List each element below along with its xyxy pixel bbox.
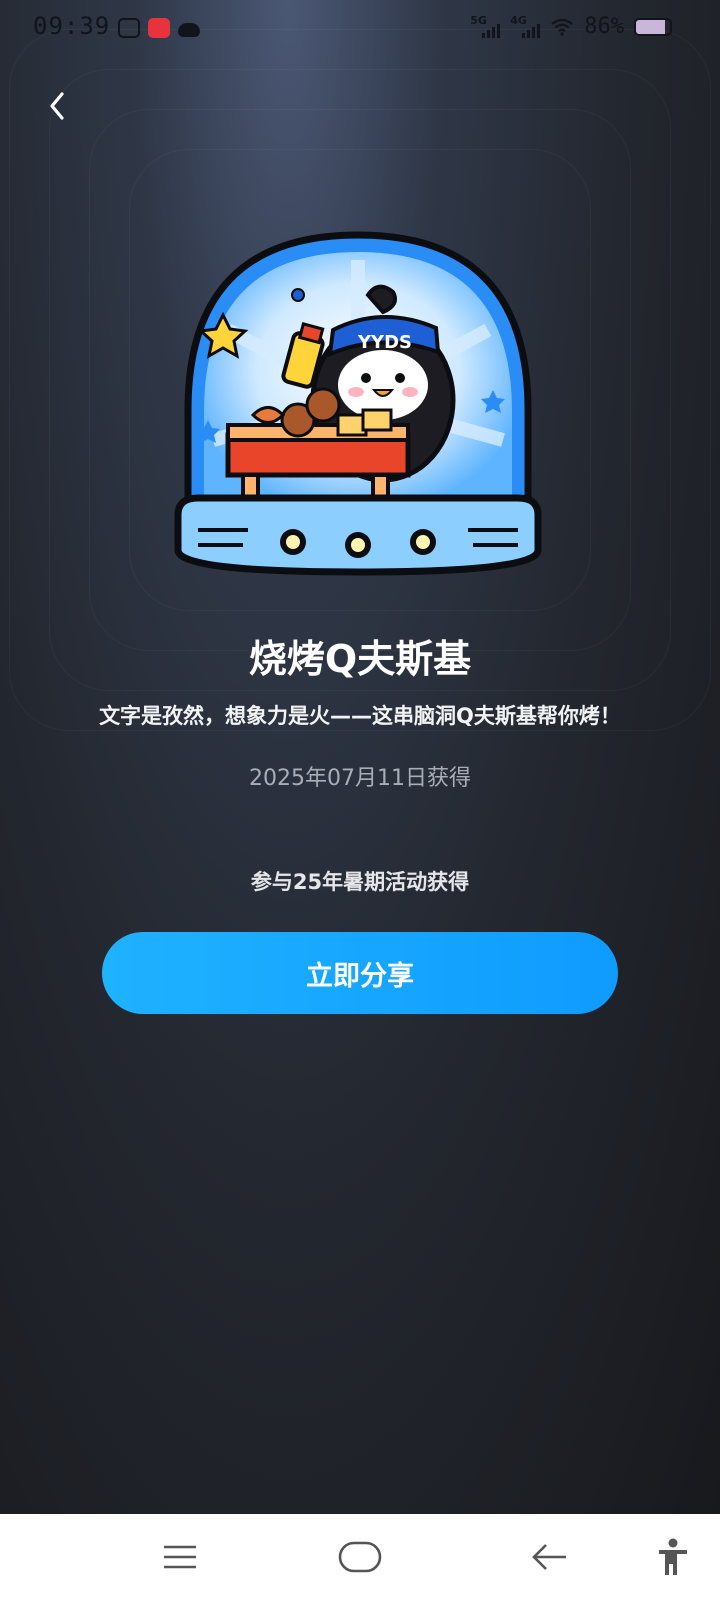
network-type-label: 5G bbox=[470, 13, 487, 27]
signal-icon: 5G bbox=[470, 13, 501, 38]
headband-label: YYDS bbox=[357, 332, 412, 353]
cloud-icon bbox=[178, 23, 200, 37]
chevron-left-icon bbox=[50, 92, 64, 120]
badge-source: 参与25年暑期活动获得 bbox=[250, 870, 470, 894]
badge-title: 烧烤Q夫斯基 bbox=[248, 637, 472, 681]
status-bar: 09:39 5G 4G 86% bbox=[0, 0, 720, 56]
app-notification-icon bbox=[148, 18, 170, 38]
network-type-label: 4G bbox=[510, 13, 527, 27]
system-icons: 5G 4G 86% bbox=[470, 14, 672, 39]
signal-icon: 4G bbox=[510, 13, 541, 38]
share-button[interactable]: 立即分享 bbox=[102, 932, 618, 1014]
obtained-date: 2025年07月11日获得 bbox=[249, 766, 471, 791]
nav-back-button[interactable] bbox=[525, 1532, 575, 1582]
notification-icons bbox=[118, 18, 200, 38]
system-nav-bar bbox=[0, 1514, 720, 1600]
badge-description: 文字是孜然，想象力是火——这串脑洞Q夫斯基帮你烤！ bbox=[99, 704, 621, 728]
back-button[interactable] bbox=[38, 86, 78, 126]
menu-icon bbox=[164, 1545, 196, 1569]
accessibility-button[interactable] bbox=[648, 1532, 698, 1582]
status-time: 09:39 bbox=[33, 12, 111, 40]
arrow-left-icon bbox=[532, 1544, 566, 1570]
badge-detail-screen: 09:39 5G 4G 86% YYDS 烧烤Q夫斯基 文字是孜然，想象力是火—… bbox=[0, 0, 720, 1514]
battery-percentage: 86% bbox=[584, 14, 624, 39]
wifi-icon bbox=[551, 18, 573, 36]
app-notification-icon bbox=[118, 18, 140, 38]
home-icon bbox=[338, 1541, 382, 1573]
badge-image: YYDS bbox=[174, 231, 542, 576]
accessibility-icon bbox=[659, 1538, 687, 1575]
battery-icon bbox=[634, 17, 672, 36]
home-button[interactable] bbox=[335, 1532, 385, 1582]
menu-button[interactable] bbox=[155, 1532, 205, 1582]
